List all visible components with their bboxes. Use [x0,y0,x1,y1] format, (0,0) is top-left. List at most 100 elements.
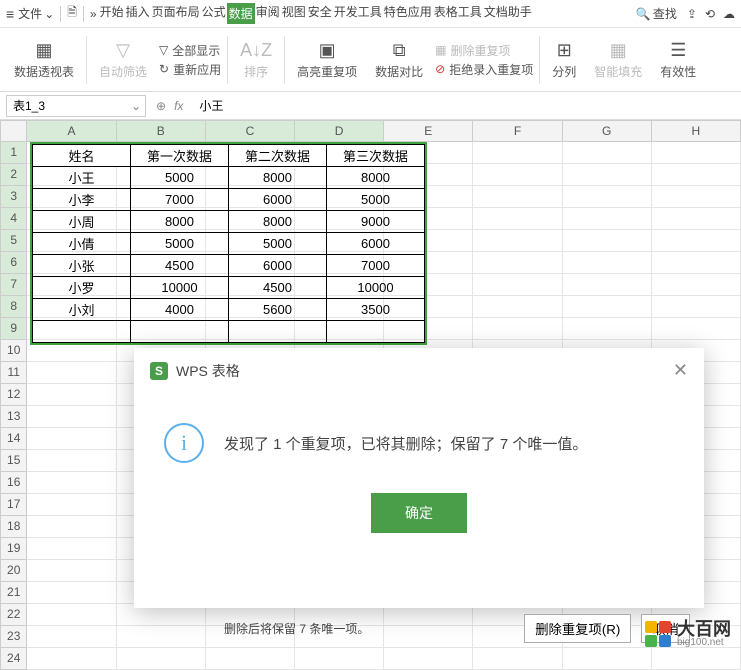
row-header[interactable]: 13 [0,406,27,428]
table-cell[interactable]: 4000 [131,299,229,321]
search-button[interactable]: 🔍 查找 [636,5,677,22]
overflow-icon[interactable]: » [90,7,97,21]
file-menu[interactable]: 文件 ⌄ [18,5,54,22]
row-header[interactable]: 17 [0,494,27,516]
col-header-b[interactable]: B [117,120,206,142]
highlight-dup-button[interactable]: ▣ 高亮重复项 [291,32,363,87]
grid-cell[interactable] [473,274,562,296]
row-header[interactable]: 18 [0,516,27,538]
tab-tabletools[interactable]: 表格工具 [433,3,483,24]
table-cell[interactable]: 4500 [131,255,229,277]
grid-cell[interactable] [563,142,652,164]
col-header-f[interactable]: F [473,120,562,142]
tab-security[interactable]: 安全 [307,3,333,24]
data-validation-button[interactable]: ☰ 有效性 [654,32,702,87]
row-header[interactable]: 16 [0,472,27,494]
grid-cell[interactable] [117,648,206,670]
grid-cell[interactable] [27,494,116,516]
row-header[interactable]: 1 [0,142,27,164]
grid-cell[interactable] [27,604,116,626]
table-cell[interactable]: 5600 [229,299,327,321]
table-cell[interactable]: 小王 [33,167,131,189]
table-cell[interactable]: 7000 [327,255,425,277]
table-cell[interactable]: 10000 [131,277,229,299]
grid-cell[interactable] [652,648,741,670]
row-header[interactable]: 10 [0,340,27,362]
sync-icon[interactable]: ⟲ [705,7,715,21]
table-cell[interactable]: 小周 [33,211,131,233]
grid-cell[interactable] [563,274,652,296]
grid-cell[interactable] [27,648,116,670]
table-cell[interactable]: 小倩 [33,233,131,255]
grid-cell[interactable] [27,406,116,428]
grid-cell[interactable] [295,648,384,670]
table-cell[interactable]: 9000 [327,211,425,233]
grid-cell[interactable] [563,164,652,186]
grid-cell[interactable] [27,384,116,406]
remove-dup-confirm-button[interactable]: 删除重复项(R) [524,614,631,643]
row-header[interactable]: 2 [0,164,27,186]
grid-cell[interactable] [27,538,116,560]
row-header[interactable]: 22 [0,604,27,626]
table-cell[interactable]: 7000 [131,189,229,211]
grid-cell[interactable] [27,472,116,494]
reject-dup-button[interactable]: ⊘拒绝录入重复项 [435,61,533,78]
tab-dochelper[interactable]: 文档助手 [483,3,533,24]
tab-view[interactable]: 视图 [281,3,307,24]
header-cell[interactable]: 第一次数据 [131,145,229,167]
tab-insert[interactable]: 插入 [125,3,151,24]
grid-cell[interactable] [652,164,741,186]
grid-cell[interactable] [563,186,652,208]
grid-cell[interactable] [652,274,741,296]
save-icon[interactable]: 🗎 [67,3,77,24]
name-box[interactable]: 表1_3 ⌄ [6,95,146,117]
tab-devtools[interactable]: 开发工具 [333,3,383,24]
row-header[interactable]: 6 [0,252,27,274]
remove-dup-button[interactable]: ▦删除重复项 [435,42,533,59]
close-icon[interactable]: ✕ [673,360,688,381]
table-cell[interactable]: 3500 [327,299,425,321]
row-header[interactable]: 21 [0,582,27,604]
formula-input[interactable]: 小王 [193,97,741,114]
hamburger-icon[interactable]: ≡ [6,6,14,22]
data-compare-button[interactable]: ⧉ 数据对比 [369,32,429,87]
grid-cell[interactable] [473,208,562,230]
grid-cell[interactable] [473,164,562,186]
table-cell[interactable]: 8000 [229,167,327,189]
grid-cell[interactable] [473,230,562,252]
table-cell[interactable]: 4500 [229,277,327,299]
share-icon[interactable]: ⇪ [687,7,697,21]
table-cell[interactable]: 小张 [33,255,131,277]
grid-cell[interactable] [563,296,652,318]
pivot-table-button[interactable]: ▦ 数据透视表 [8,32,80,87]
row-header[interactable]: 11 [0,362,27,384]
table-cell[interactable]: 5000 [131,233,229,255]
table-cell[interactable]: 10000 [327,277,425,299]
chevron-down-icon[interactable]: ⌄ [131,99,141,113]
row-header[interactable]: 15 [0,450,27,472]
tab-featured[interactable]: 特色应用 [383,3,433,24]
grid-cell[interactable] [473,186,562,208]
grid-cell[interactable] [473,318,562,340]
col-header-h[interactable]: H [652,120,741,142]
grid-cell[interactable] [652,186,741,208]
grid-cell[interactable] [652,208,741,230]
row-header[interactable]: 14 [0,428,27,450]
grid-cell[interactable] [563,230,652,252]
grid-cell[interactable] [27,362,116,384]
grid-cell[interactable] [27,516,116,538]
tab-pagelayout[interactable]: 页面布局 [151,3,201,24]
show-all-button[interactable]: ▽全部显示 [159,42,221,59]
table-cell[interactable]: 小刘 [33,299,131,321]
row-header[interactable]: 3 [0,186,27,208]
sort-button[interactable]: A↓Z 排序 [234,32,278,87]
autofilter-button[interactable]: ▽ 自动筛选 [93,32,153,87]
grid-cell[interactable] [27,428,116,450]
row-header[interactable]: 20 [0,560,27,582]
table-cell[interactable]: 5000 [131,167,229,189]
col-header-g[interactable]: G [563,120,652,142]
col-header-a[interactable]: A [27,120,116,142]
table-empty-row[interactable] [33,321,425,343]
row-header[interactable]: 5 [0,230,27,252]
grid-cell[interactable] [563,208,652,230]
